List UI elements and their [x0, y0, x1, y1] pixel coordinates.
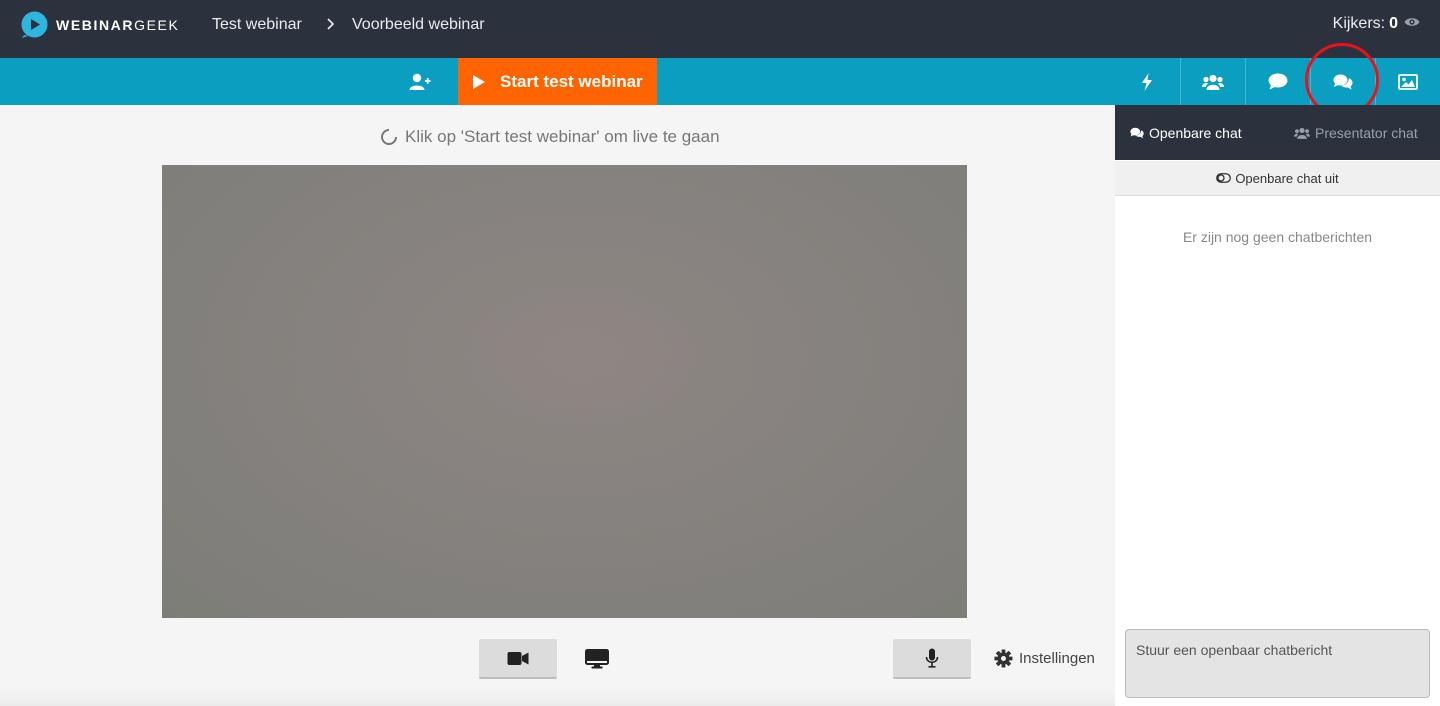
comments-icon: [1333, 74, 1353, 89]
live-status-text: Klik op 'Start test webinar' om live te …: [405, 127, 720, 146]
users-icon: [1201, 74, 1224, 90]
webinar-toolbar: Start test webinar: [0, 58, 1440, 105]
image-icon: [1398, 73, 1418, 90]
camera-preview: [162, 165, 967, 618]
settings-button[interactable]: Instellingen: [994, 649, 1095, 668]
screenshare-button[interactable]: [558, 639, 636, 679]
public-chat-toggle-label: Openbare chat uit: [1235, 170, 1339, 186]
comments-icon: [1130, 127, 1144, 139]
breadcrumb-voorbeeld-webinar[interactable]: Voorbeeld webinar: [352, 16, 485, 34]
start-button-label: Start test webinar: [500, 71, 643, 91]
user-plus-icon: [409, 73, 431, 90]
video-camera-icon: [507, 651, 529, 665]
chat-tabs: Openbare chat Presentator chat: [1115, 105, 1440, 160]
tab-public-chat[interactable]: Openbare chat: [1130, 125, 1242, 141]
live-status: Klik op 'Start test webinar' om live te …: [380, 127, 720, 147]
breadcrumb-chevron-icon: [326, 17, 336, 36]
tool-attendees-button[interactable]: [1180, 58, 1244, 105]
chat-panel: Openbare chat Presentator chat Openbare …: [1115, 105, 1440, 706]
gear-icon: [994, 649, 1013, 668]
viewers-label: Kijkers:: [1332, 15, 1386, 32]
eye-icon: [1404, 15, 1420, 33]
spinner-icon: [381, 129, 397, 145]
toggle-off-icon: [1216, 173, 1232, 183]
top-header: WEBINARGEEK Test webinar Voorbeeld webin…: [0, 0, 1440, 58]
tool-polls-button[interactable]: [1115, 58, 1179, 105]
bolt-icon: [1142, 72, 1152, 91]
logo-text: WEBINARGEEK: [56, 16, 180, 33]
tool-chat-button[interactable]: [1310, 58, 1374, 105]
play-icon: [473, 74, 485, 89]
tool-media-button[interactable]: [1375, 58, 1440, 105]
tab-public-chat-label: Openbare chat: [1149, 125, 1242, 141]
tab-presenter-chat[interactable]: Presentator chat: [1294, 125, 1418, 141]
camera-toggle-button[interactable]: [479, 639, 557, 679]
start-test-webinar-button[interactable]: Start test webinar: [458, 58, 657, 105]
logo-play-icon: [21, 11, 48, 38]
comment-icon: [1268, 73, 1287, 90]
breadcrumb-test-webinar[interactable]: Test webinar: [212, 16, 302, 34]
add-presenter-button[interactable]: [398, 58, 442, 105]
microphone-toggle-button[interactable]: [893, 639, 971, 679]
settings-label: Instellingen: [1019, 650, 1095, 667]
stage-bottom-edge: [0, 690, 1115, 706]
desktop-icon: [585, 649, 609, 669]
users-icon: [1294, 127, 1310, 139]
tab-presenter-chat-label: Presentator chat: [1315, 125, 1418, 141]
webinargeek-logo[interactable]: WEBINARGEEK: [21, 11, 179, 38]
chat-empty-message: Er zijn nog geen chatberichten: [1182, 229, 1373, 245]
viewers-count: 0: [1389, 15, 1398, 32]
chat-message-input[interactable]: [1125, 629, 1430, 698]
public-chat-toggle[interactable]: Openbare chat uit: [1115, 161, 1440, 196]
microphone-icon: [925, 648, 939, 668]
viewers-counter: Kijkers: 0: [1333, 15, 1420, 33]
tool-questions-button[interactable]: [1245, 58, 1309, 105]
